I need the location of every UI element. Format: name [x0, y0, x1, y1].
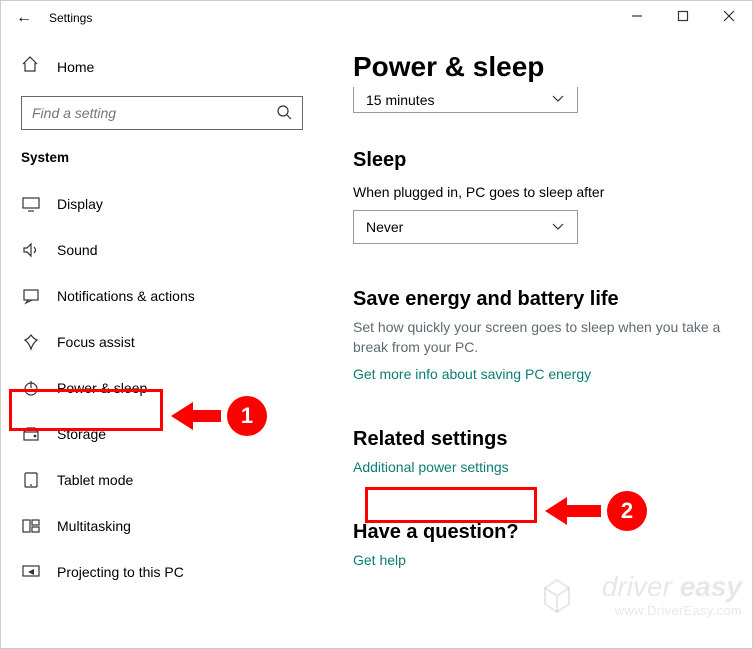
- sidebar-item-label: Multitasking: [57, 518, 131, 534]
- power-icon: [21, 378, 41, 398]
- sidebar-item-storage[interactable]: Storage: [1, 411, 323, 457]
- dropdown-value: Never: [366, 219, 403, 235]
- question-heading: Have a question?: [353, 521, 730, 544]
- screen-timeout-dropdown[interactable]: 15 minutes: [353, 87, 578, 113]
- home-button[interactable]: Home: [1, 45, 323, 88]
- sidebar-item-label: Tablet mode: [57, 472, 133, 488]
- sidebar-item-label: Notifications & actions: [57, 288, 195, 304]
- page-title: Power & sleep: [353, 51, 730, 83]
- minimize-button[interactable]: [614, 2, 660, 34]
- close-icon: [723, 10, 735, 22]
- sidebar-item-label: Power & sleep: [57, 380, 147, 396]
- projecting-icon: [21, 562, 41, 582]
- sidebar-item-power-sleep[interactable]: Power & sleep: [1, 365, 323, 411]
- additional-power-settings-link[interactable]: Additional power settings: [353, 459, 509, 475]
- sidebar-item-projecting[interactable]: Projecting to this PC: [1, 549, 323, 595]
- tablet-icon: [21, 470, 41, 490]
- save-energy-heading: Save energy and battery life: [353, 288, 730, 311]
- search-icon: [276, 104, 292, 123]
- sidebar-item-notifications[interactable]: Notifications & actions: [1, 273, 323, 319]
- sidebar-item-label: Display: [57, 196, 103, 212]
- sidebar-item-sound[interactable]: Sound: [1, 227, 323, 273]
- save-energy-desc: Set how quickly your screen goes to slee…: [353, 317, 730, 358]
- sidebar-item-label: Storage: [57, 426, 106, 442]
- search-input[interactable]: [21, 96, 303, 130]
- maximize-button[interactable]: [660, 2, 706, 34]
- focus-assist-icon: [21, 332, 41, 352]
- save-energy-link[interactable]: Get more info about saving PC energy: [353, 366, 591, 382]
- sidebar-item-label: Projecting to this PC: [57, 564, 184, 580]
- related-settings-heading: Related settings: [353, 428, 730, 451]
- minimize-icon: [631, 10, 643, 22]
- get-help-link[interactable]: Get help: [353, 552, 406, 568]
- sleep-heading: Sleep: [353, 149, 730, 172]
- chevron-down-icon: [551, 91, 565, 108]
- sound-icon: [21, 240, 41, 260]
- title-bar: ← Settings: [1, 1, 752, 35]
- home-icon: [21, 55, 41, 78]
- home-label: Home: [57, 59, 94, 75]
- back-button[interactable]: ←: [1, 9, 47, 27]
- sidebar-item-display[interactable]: Display: [1, 181, 323, 227]
- multitasking-icon: [21, 516, 41, 536]
- sidebar-item-multitasking[interactable]: Multitasking: [1, 503, 323, 549]
- search-field[interactable]: [32, 105, 276, 121]
- sidebar-item-tablet-mode[interactable]: Tablet mode: [1, 457, 323, 503]
- maximize-icon: [677, 10, 689, 22]
- sleep-timeout-dropdown[interactable]: Never: [353, 210, 578, 244]
- section-label: System: [1, 144, 323, 181]
- storage-icon: [21, 424, 41, 444]
- sidebar-item-focus-assist[interactable]: Focus assist: [1, 319, 323, 365]
- sidebar-item-label: Focus assist: [57, 334, 135, 350]
- sleep-label: When plugged in, PC goes to sleep after: [353, 184, 730, 200]
- main-content: Power & sleep 15 minutes Sleep When plug…: [323, 35, 752, 648]
- dropdown-value: 15 minutes: [366, 92, 434, 108]
- sidebar-item-label: Sound: [57, 242, 97, 258]
- sidebar: Home System Display Sound Notifications …: [1, 35, 323, 648]
- close-button[interactable]: [706, 2, 752, 34]
- display-icon: [21, 194, 41, 214]
- chevron-down-icon: [551, 219, 565, 236]
- window-title: Settings: [49, 11, 92, 25]
- notifications-icon: [21, 286, 41, 306]
